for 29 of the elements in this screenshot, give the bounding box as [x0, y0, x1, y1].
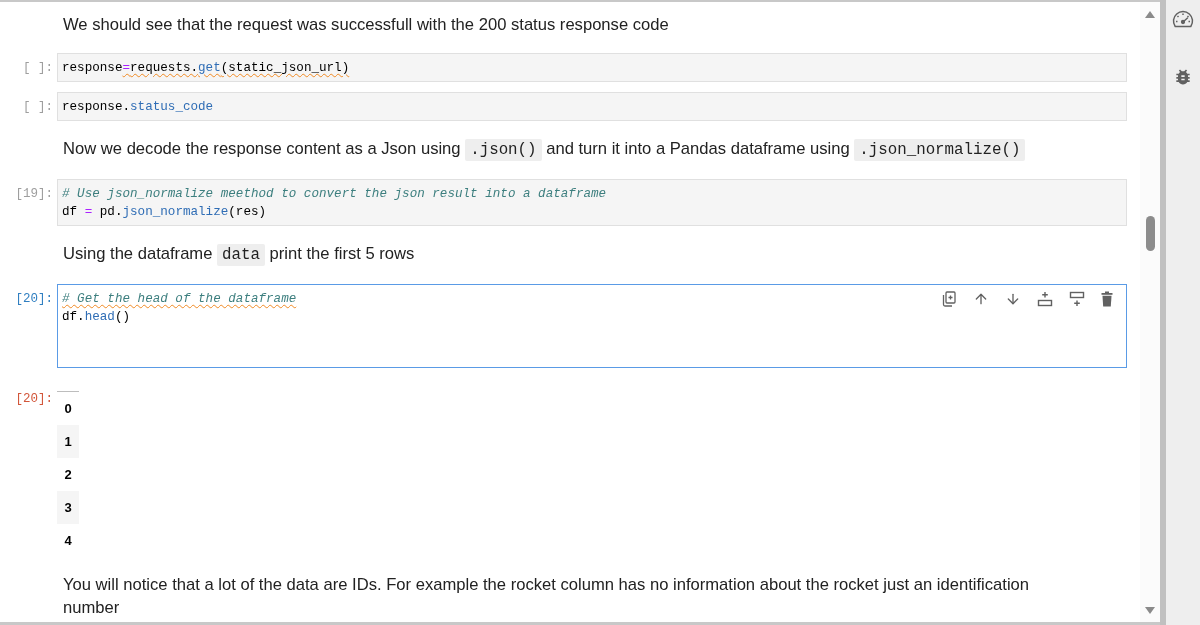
scroll-up-arrow-icon[interactable]	[1145, 11, 1155, 18]
row-index: 1	[57, 425, 79, 458]
row-index: 0	[57, 391, 79, 425]
input-prompt: [ ]:	[22, 99, 54, 116]
scrollbar-thumb[interactable]	[1145, 216, 1155, 251]
bug-icon[interactable]	[1173, 67, 1193, 87]
input-prompt: [19]:	[14, 186, 54, 203]
code-editor[interactable]: # Use json_normalize meethod to convert the json result into a dataframe df = pd.json_normalize(res)	[57, 179, 1127, 226]
copy-icon[interactable]	[941, 291, 957, 307]
insert-above-icon[interactable]	[1037, 291, 1053, 307]
trash-icon[interactable]	[1101, 291, 1113, 307]
code-editor[interactable]: # Get the head of the dataframe df.head()	[57, 284, 1127, 368]
input-prompt: [20]:	[14, 291, 54, 308]
row-index: 4	[57, 524, 79, 557]
markdown-text: Using the dataframe data print the first 5 rows	[62, 243, 416, 267]
arrow-up-icon[interactable]	[973, 291, 989, 307]
arrow-down-icon[interactable]	[1005, 291, 1021, 307]
code-editor[interactable]: response=requests.get(static_json_url)	[57, 53, 1127, 82]
row-index: 2	[57, 458, 79, 491]
input-prompt: [ ]:	[22, 60, 54, 77]
markdown-text: We should see that the request was successfull with the 200 status response code	[62, 14, 670, 36]
output-prompt: [20]:	[14, 391, 54, 408]
gauge-icon[interactable]	[1172, 9, 1194, 29]
markdown-text: Now we decode the response content as a Json using .json() and turn it into a Pandas dataframe using .json_normalize()	[0, 137, 1078, 162]
insert-below-icon[interactable]	[1069, 291, 1085, 307]
scroll-down-arrow-icon[interactable]	[1145, 607, 1155, 614]
row-index: 3	[57, 491, 79, 524]
code-editor[interactable]: response.status_code	[57, 92, 1127, 121]
markdown-text: You will notice that a lot of the data are IDs. For example the rocket column has no information about the rocket just an identification number	[62, 574, 1031, 619]
